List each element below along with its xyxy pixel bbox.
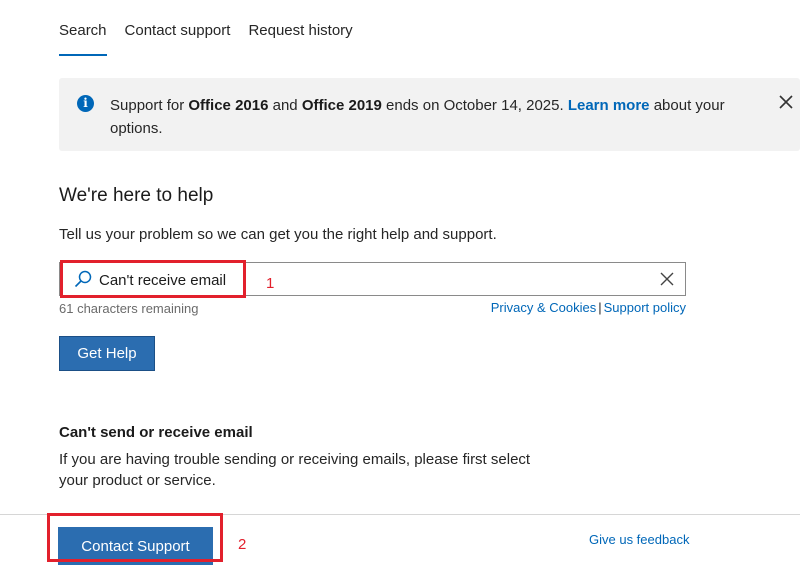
give-feedback-link[interactable]: Give us feedback <box>589 532 689 547</box>
annotation-box-2 <box>47 513 223 562</box>
close-icon[interactable] <box>779 91 793 115</box>
info-banner: i Support for Office 2016 and Office 201… <box>59 78 800 151</box>
email-section-description: If you are having trouble sending or rec… <box>59 451 531 489</box>
policy-links: Privacy & Cookies | Support policy <box>491 300 686 315</box>
privacy-cookies-link[interactable]: Privacy & Cookies <box>491 300 596 315</box>
banner-text-3: ends on October 14, 2025. <box>381 97 568 114</box>
support-policy-link[interactable]: Support policy <box>604 300 686 315</box>
characters-remaining: 61 characters remaining <box>59 301 199 316</box>
email-section-title: Can't send or receive email <box>59 424 253 441</box>
info-icon: i <box>77 95 94 112</box>
learn-more-link[interactable]: Learn more <box>568 97 650 114</box>
help-title: We're here to help <box>59 185 214 206</box>
banner-bold-office-2019: Office 2019 <box>301 97 382 114</box>
banner-message: Support for Office 2016 and Office 2019 … <box>110 94 750 140</box>
tab-bar: Search Contact support Request history <box>59 22 353 56</box>
link-separator: | <box>598 300 602 315</box>
help-description: Tell us your problem so we can get you t… <box>59 226 497 243</box>
annotation-box-1 <box>60 260 246 298</box>
tab-contact-support[interactable]: Contact support <box>125 22 231 51</box>
banner-text-2: and <box>268 97 302 114</box>
tab-search[interactable]: Search <box>59 22 107 56</box>
tab-request-history[interactable]: Request history <box>248 22 352 51</box>
annotation-marker-2: 2 <box>238 536 247 553</box>
clear-icon[interactable] <box>659 271 675 287</box>
get-help-button[interactable]: Get Help <box>59 336 155 371</box>
banner-text-1: Support for <box>110 97 189 114</box>
banner-bold-office-2016: Office 2016 <box>188 97 269 114</box>
annotation-marker-1: 1 <box>266 275 275 292</box>
